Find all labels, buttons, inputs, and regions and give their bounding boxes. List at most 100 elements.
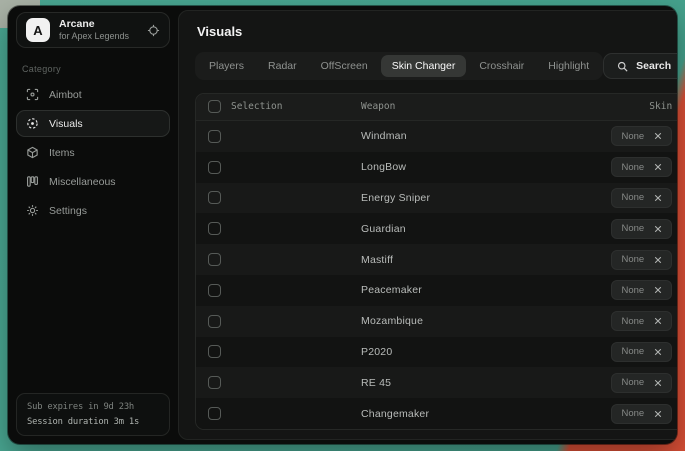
items-icon	[26, 146, 39, 159]
skin-value: None	[621, 254, 644, 265]
tab-crosshair[interactable]: Crosshair	[468, 55, 535, 77]
search-button-label: Search	[636, 60, 671, 72]
sidebar-spacer	[16, 226, 170, 393]
weapon-name: Mozambique	[361, 315, 423, 327]
row-checkbox[interactable]	[208, 161, 221, 174]
app-subtitle: for Apex Legends	[59, 31, 129, 42]
skin-value: None	[621, 377, 644, 388]
sidebar-item-label: Items	[49, 147, 75, 159]
row-checkbox[interactable]	[208, 191, 221, 204]
sidebar-item-label: Visuals	[49, 118, 83, 130]
tab-players[interactable]: Players	[198, 55, 255, 77]
target-icon[interactable]	[147, 24, 160, 37]
sidebar-item-settings[interactable]: Settings	[16, 197, 170, 224]
skin-changer-table: Selection Weapon Skin Windman None	[195, 93, 677, 430]
column-header-skin: Skin	[649, 101, 672, 112]
skin-select[interactable]: None	[611, 404, 672, 424]
skin-select[interactable]: None	[611, 311, 672, 331]
desktop-background: A Arcane for Apex Legends Category	[0, 0, 685, 451]
row-checkbox[interactable]	[208, 407, 221, 420]
tab-skin-changer[interactable]: Skin Changer	[381, 55, 467, 77]
close-icon[interactable]	[654, 348, 662, 356]
skin-value: None	[621, 162, 644, 173]
column-header-weapon: Weapon	[361, 101, 395, 112]
aimbot-icon	[26, 88, 39, 101]
brand-text: Arcane for Apex Legends	[59, 18, 129, 42]
table-row: Peacemaker None	[196, 275, 677, 306]
main-panel: Visuals Players Radar OffScreen Skin Cha…	[178, 10, 677, 440]
skin-select[interactable]: None	[611, 250, 672, 270]
sidebar-item-label: Miscellaneous	[49, 176, 116, 188]
misc-icon	[26, 175, 39, 188]
brand-card: A Arcane for Apex Legends	[16, 12, 170, 48]
toolbar: Players Radar OffScreen Skin Changer Cro…	[195, 52, 677, 80]
skin-value: None	[621, 223, 644, 234]
row-checkbox[interactable]	[208, 253, 221, 266]
sidebar-item-label: Settings	[49, 205, 87, 217]
row-checkbox[interactable]	[208, 284, 221, 297]
session-duration-text: Session duration 3m 1s	[27, 417, 159, 427]
close-icon[interactable]	[654, 410, 662, 418]
weapon-name: Mastiff	[361, 254, 393, 266]
sidebar-item-visuals[interactable]: Visuals	[16, 110, 170, 137]
tab-offscreen[interactable]: OffScreen	[310, 55, 379, 77]
close-icon[interactable]	[654, 317, 662, 325]
skin-value: None	[621, 131, 644, 142]
weapon-name: P2020	[361, 346, 392, 358]
skin-value: None	[621, 192, 644, 203]
row-checkbox[interactable]	[208, 315, 221, 328]
tab-highlight[interactable]: Highlight	[537, 55, 600, 77]
close-icon[interactable]	[654, 256, 662, 264]
settings-gear-icon	[26, 204, 39, 217]
sidebar-item-aimbot[interactable]: Aimbot	[16, 81, 170, 108]
skin-select[interactable]: None	[611, 188, 672, 208]
table-row: Changemaker None	[196, 398, 677, 429]
skin-select[interactable]: None	[611, 342, 672, 362]
row-checkbox[interactable]	[208, 345, 221, 358]
table-row: Guardian None	[196, 213, 677, 244]
weapon-name: Windman	[361, 130, 407, 142]
table-header: Selection Weapon Skin	[196, 94, 677, 121]
app-logo: A	[26, 18, 50, 42]
skin-value: None	[621, 346, 644, 357]
app-window: A Arcane for Apex Legends Category	[8, 6, 677, 444]
tab-radar[interactable]: Radar	[257, 55, 308, 77]
close-icon[interactable]	[654, 194, 662, 202]
visuals-icon	[26, 117, 39, 130]
category-label: Category	[22, 64, 164, 74]
weapon-name: RE 45	[361, 377, 391, 389]
skin-select[interactable]: None	[611, 157, 672, 177]
sidebar-item-label: Aimbot	[49, 89, 82, 101]
table-row: LongBow None	[196, 152, 677, 183]
weapon-name: Peacemaker	[361, 284, 422, 296]
weapon-name: Changemaker	[361, 408, 429, 420]
skin-value: None	[621, 316, 644, 327]
close-icon[interactable]	[654, 163, 662, 171]
skin-select[interactable]: None	[611, 219, 672, 239]
subscription-info-card: Sub expires in 9d 23h Session duration 3…	[16, 393, 170, 436]
sidebar: A Arcane for Apex Legends Category	[8, 6, 178, 444]
close-icon[interactable]	[654, 132, 662, 140]
row-checkbox[interactable]	[208, 376, 221, 389]
close-icon[interactable]	[654, 286, 662, 294]
skin-select[interactable]: None	[611, 373, 672, 393]
table-row: Mastiff None	[196, 244, 677, 275]
select-all-checkbox[interactable]	[208, 100, 221, 113]
page-title: Visuals	[197, 24, 677, 39]
skin-select[interactable]: None	[611, 280, 672, 300]
table-row: Windman None	[196, 121, 677, 152]
weapon-name: LongBow	[361, 161, 406, 173]
search-button[interactable]: Search	[603, 53, 677, 79]
search-icon	[617, 61, 628, 72]
close-icon[interactable]	[654, 225, 662, 233]
weapon-name: Energy Sniper	[361, 192, 430, 204]
table-row: Energy Sniper None	[196, 183, 677, 214]
close-icon[interactable]	[654, 379, 662, 387]
weapon-name: Guardian	[361, 223, 406, 235]
sidebar-item-items[interactable]: Items	[16, 139, 170, 166]
row-checkbox[interactable]	[208, 130, 221, 143]
skin-select[interactable]: None	[611, 126, 672, 146]
row-checkbox[interactable]	[208, 222, 221, 235]
sidebar-item-miscellaneous[interactable]: Miscellaneous	[16, 168, 170, 195]
skin-value: None	[621, 285, 644, 296]
